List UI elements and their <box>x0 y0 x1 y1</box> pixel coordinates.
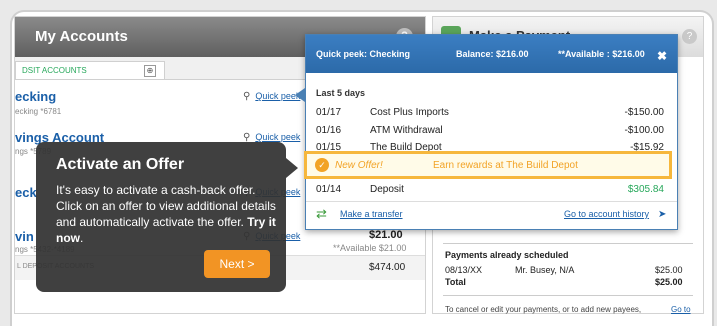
new-offer-row[interactable]: ✓ New Offer! Earn rewards at The Build D… <box>304 151 672 179</box>
tab-deposit-accounts[interactable]: DSIT ACCOUNTS ⊕ <box>15 61 165 79</box>
quick-peek-title: Quick peek: Checking <box>316 49 411 59</box>
account-number: ecking *6781 <box>15 107 62 116</box>
divider <box>306 201 677 202</box>
total-label: Total <box>445 277 466 287</box>
tooltip-body: It's easy to activate a cash-back offer.… <box>56 183 276 245</box>
make-transfer-link[interactable]: Make a transfer <box>340 209 403 219</box>
transaction-amount: -$100.00 <box>624 125 664 136</box>
transfer-icon: ⇄ <box>316 206 327 221</box>
transaction-amount: $305.84 <box>627 184 664 195</box>
transaction-date: 01/16 <box>316 125 342 136</box>
transaction-date: 01/14 <box>316 184 342 195</box>
payment-note: To cancel or edit your payments, or to a… <box>445 305 642 314</box>
new-offer-label: New Offer! <box>335 160 383 171</box>
quick-peek-popup: Quick peek: Checking Balance: $216.00 **… <box>304 34 678 230</box>
period-label: Last 5 days <box>316 88 366 98</box>
scheduled-title: Payments already scheduled <box>445 250 569 260</box>
transaction-desc: ATM Withdrawal <box>370 125 443 136</box>
offer-message: Earn rewards at The Build Depot <box>433 160 578 171</box>
tooltip-title: Activate an Offer <box>56 156 185 173</box>
help-icon[interactable]: ? <box>682 29 697 44</box>
account-name-checking[interactable]: ecking <box>15 89 56 104</box>
scheduled-amount: $25.00 <box>655 265 683 275</box>
divider <box>443 243 693 244</box>
account-balance: $21.00 <box>369 229 403 241</box>
divider <box>443 295 693 296</box>
account-history-link[interactable]: Go to account history <box>564 209 649 219</box>
transaction-amount: -$150.00 <box>624 107 664 118</box>
transaction-date: 01/17 <box>316 107 342 118</box>
close-icon[interactable]: ✖ <box>655 49 669 63</box>
quick-peek-link[interactable]: ⚲Quick peek <box>243 91 300 102</box>
accounts-title: My Accounts <box>35 28 128 45</box>
account-name[interactable]: vin <box>15 229 34 244</box>
offer-badge-icon: ✓ <box>315 158 329 172</box>
total-amount: $25.00 <box>655 277 683 287</box>
next-button[interactable]: Next > <box>204 250 270 278</box>
history-icon: ➤ <box>658 209 667 220</box>
deposit-total-amount: $474.00 <box>369 262 406 273</box>
account-available: **Available $21.00 <box>333 243 407 253</box>
popup-pointer <box>295 88 305 102</box>
expand-icon[interactable]: ⊕ <box>144 65 156 77</box>
transaction-desc: Deposit <box>370 184 404 195</box>
scheduled-payee: Mr. Busey, N/A <box>515 265 575 275</box>
payment-note-link[interactable]: Go to <box>671 305 691 314</box>
scheduled-date: 08/13/XX <box>445 265 483 275</box>
quick-peek-available: **Available : $216.00 <box>558 49 645 59</box>
account-name[interactable]: eck <box>15 185 37 200</box>
quick-peek-balance: Balance: $216.00 <box>456 49 529 59</box>
onboarding-tooltip: Activate an Offer It's easy to activate … <box>36 142 298 292</box>
tab-label: DSIT ACCOUNTS <box>22 66 87 75</box>
quick-peek-header: Quick peek: Checking Balance: $216.00 **… <box>306 35 677 73</box>
transaction-desc: Cost Plus Imports <box>370 107 449 118</box>
magnifier-icon: ⚲ <box>243 91 251 102</box>
